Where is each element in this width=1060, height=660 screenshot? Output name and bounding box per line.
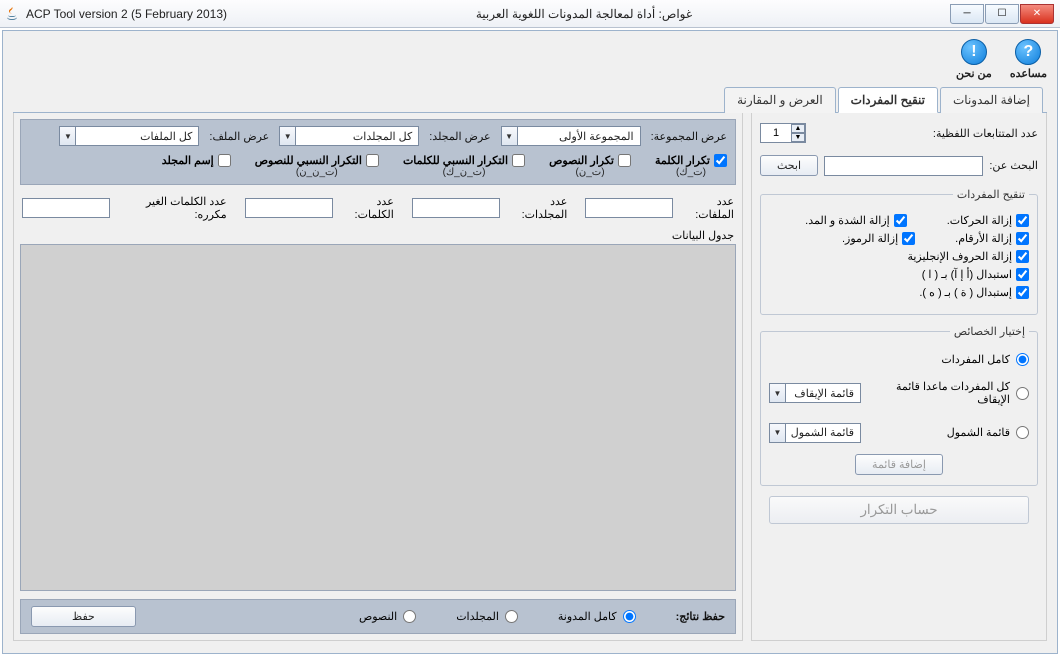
filter-panel: عرض المجموعة: المجموعة الأولى ▼ عرض المج… [20, 119, 736, 185]
spinner-down[interactable]: ▼ [791, 133, 805, 142]
chk-rel-word[interactable]: التكرار النسبي للكلمات [403, 154, 525, 167]
group-combo[interactable]: المجموعة الأولى ▼ [501, 126, 641, 146]
tabstrip: إضافة المدونات تنقيح المفردات العرض و ال… [13, 86, 1047, 113]
folders-count-label: عدد المجلدات: [504, 195, 568, 221]
stats-row: عدد الملفات: عدد المجلدات: عدد الكلمات: … [20, 189, 736, 227]
minimize-button[interactable]: ─ [950, 4, 984, 24]
left-pane: عرض المجموعة: المجموعة الأولى ▼ عرض المج… [13, 113, 743, 641]
search-input[interactable] [824, 156, 983, 176]
chk-replace-alef[interactable]: استبدال (أ إ آ) بـ ( ا ) [922, 268, 1029, 281]
words-count-label: عدد الكلمات: [337, 195, 394, 221]
unique-words-field[interactable] [22, 198, 110, 218]
save-results-label: حفظ نتائج: [676, 610, 725, 623]
include-list-combo[interactable]: قائمة الشمول ▼ [769, 423, 861, 443]
chk-folder-name[interactable]: إسم المجلد [162, 154, 231, 167]
radio-texts[interactable]: النصوص [359, 610, 416, 623]
right-pane: عدد المتتابعات اللفظية: ▲ ▼ البحث عن: اب… [751, 113, 1047, 641]
chk-remove-harakat[interactable]: إزالة الحركات. [947, 214, 1029, 227]
radio-include-list[interactable]: قائمة الشمول [869, 426, 1029, 439]
ngram-input[interactable] [761, 124, 791, 142]
files-count-label: عدد الملفات: [677, 195, 734, 221]
data-grid[interactable] [20, 244, 736, 591]
words-count-field[interactable] [245, 198, 333, 218]
close-button[interactable]: ✕ [1020, 4, 1054, 24]
chevron-down-icon: ▼ [280, 127, 296, 145]
help-button[interactable]: ? مساعده [1010, 39, 1047, 80]
chevron-down-icon: ▼ [502, 127, 518, 145]
chk-replace-ta[interactable]: إستبدال ( ة ) بـ ( ه ). [919, 286, 1029, 299]
chk-remove-english[interactable]: إزالة الحروف الإنجليزية [907, 250, 1029, 263]
tab-add-corpora[interactable]: إضافة المدونات [940, 87, 1043, 113]
window-controls: ─ ☐ ✕ [949, 4, 1054, 24]
props-legend: إختيار الخصائص [950, 325, 1029, 338]
radio-full-corpus[interactable]: كامل المدونة [558, 610, 636, 623]
data-table-label: جدول البيانات [20, 229, 734, 242]
file-label: عرض الملف: [209, 130, 269, 143]
calc-freq-button[interactable]: حساب التكرار [769, 496, 1029, 524]
radio-all-vocab[interactable]: كامل المفردات [769, 353, 1029, 366]
chk-word-freq[interactable]: تكرار الكلمة [655, 154, 727, 167]
folders-count-field[interactable] [412, 198, 500, 218]
question-icon: ? [1015, 39, 1041, 65]
save-bar: حفظ نتائج: كامل المدونة المجلدات النصوص … [20, 599, 736, 634]
ngram-label: عدد المتتابعات اللفظية: [933, 127, 1038, 140]
maximize-button[interactable]: ☐ [985, 4, 1019, 24]
chevron-down-icon: ▼ [770, 384, 786, 402]
folder-combo[interactable]: كل المجلدات ▼ [279, 126, 419, 146]
add-list-button[interactable]: إضافة قائمة [855, 454, 943, 475]
folder-label: عرض المجلد: [429, 130, 490, 143]
java-icon [4, 6, 20, 22]
chk-text-freq[interactable]: تكرار النصوص [549, 154, 631, 167]
search-label: البحث عن: [989, 159, 1038, 172]
chevron-down-icon: ▼ [770, 424, 786, 442]
radio-folders[interactable]: المجلدات [456, 610, 518, 623]
vocab-legend: تنقيح المفردات [953, 188, 1029, 201]
vocab-fieldset: تنقيح المفردات إزالة الحركات. إزالة الشد… [760, 188, 1038, 315]
spinner-up[interactable]: ▲ [791, 124, 805, 133]
radio-except-stop[interactable]: كل المفردات ماعدا قائمة الإيقاف [869, 380, 1029, 406]
props-fieldset: إختيار الخصائص كامل المفردات كل المفردات… [760, 325, 1038, 486]
chevron-down-icon: ▼ [60, 127, 76, 145]
ngram-spinner[interactable]: ▲ ▼ [760, 123, 806, 143]
title-arabic: غواص: أداة لمعالجة المدونات اللغوية العر… [476, 7, 692, 21]
files-count-field[interactable] [585, 198, 673, 218]
chk-remove-symbols[interactable]: إزالة الرموز. [842, 232, 915, 245]
about-button[interactable]: ! من نحن [956, 39, 992, 80]
file-combo[interactable]: كل الملفات ▼ [59, 126, 199, 146]
save-button[interactable]: حفظ [31, 606, 136, 627]
chk-rel-text[interactable]: التكرار النسبي للنصوص [255, 154, 379, 167]
chk-remove-digits[interactable]: إزالة الأرقام. [955, 232, 1029, 245]
group-label: عرض المجموعة: [651, 130, 727, 143]
stop-list-combo[interactable]: قائمة الإيقاف ▼ [769, 383, 861, 403]
titlebar: ACP Tool version 2 (5 February 2013) غوا… [0, 0, 1060, 28]
tab-refine-vocab[interactable]: تنقيح المفردات [838, 87, 938, 113]
chk-remove-shadda[interactable]: إزالة الشدة و المد. [805, 214, 907, 227]
title-english: ACP Tool version 2 (5 February 2013) [26, 7, 227, 21]
search-button[interactable]: ابحث [760, 155, 818, 176]
tab-view-compare[interactable]: العرض و المقارنة [724, 87, 836, 113]
info-icon: ! [961, 39, 987, 65]
unique-words-label: عدد الكلمات الغير مكرره: [114, 195, 227, 221]
